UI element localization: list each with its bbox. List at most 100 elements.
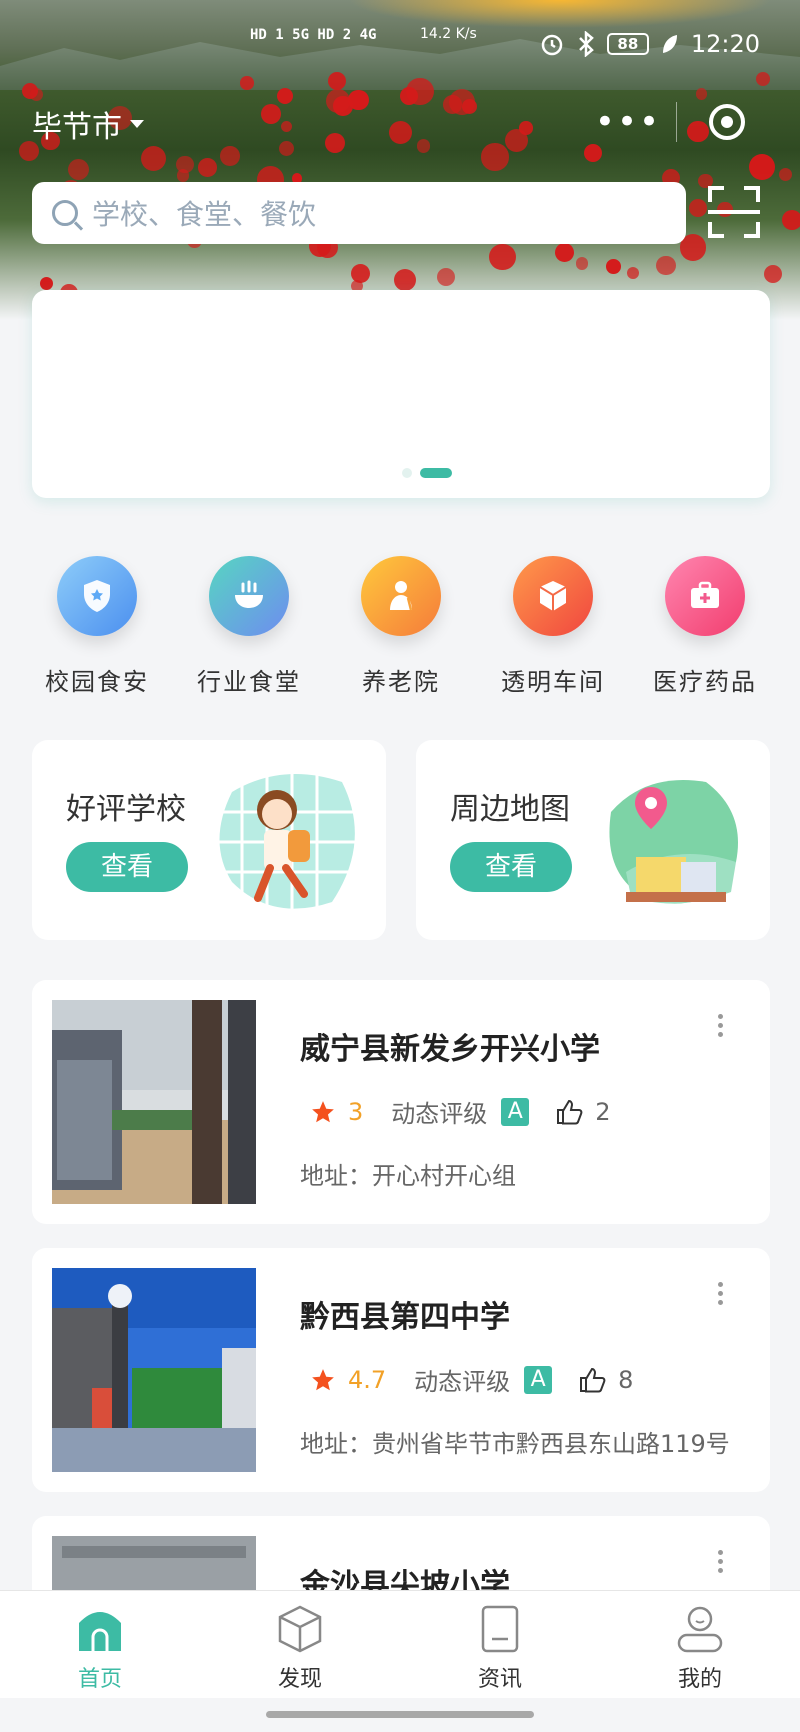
carousel-dot [402, 468, 412, 478]
flower-decoration [763, 264, 783, 284]
carousel-indicator [402, 468, 452, 478]
flower-decoration [39, 276, 53, 290]
rating-label: 动态评级 [414, 1368, 511, 1396]
rating-score: 4.7 [348, 1365, 387, 1394]
star-icon [312, 1368, 334, 1390]
rating-score: 3 [348, 1097, 364, 1126]
like-count: 8 [618, 1365, 634, 1394]
flower-decoration [140, 145, 166, 171]
flower-decoration [176, 155, 194, 174]
flower-decoration [656, 255, 676, 276]
flower-decoration [280, 120, 293, 132]
view-button[interactable]: 查看 [66, 842, 188, 892]
flower-decoration [198, 158, 217, 178]
grade-badge: A [501, 1097, 530, 1126]
category-transparent-workshop[interactable]: 透明车间 [488, 556, 618, 697]
battery-indicator: 88 [606, 33, 649, 55]
flower-decoration [555, 243, 575, 263]
good-review-schools-card[interactable]: 好评学校 查看 [32, 740, 386, 940]
flower-decoration [575, 257, 588, 270]
more-vertical-icon[interactable] [718, 1550, 724, 1577]
school-list-item[interactable]: 黔西县第四中学 4.7 动态评级 A 8 地址：贵州省毕节市黔西县东山路119号 [32, 1248, 770, 1492]
elder-icon [361, 556, 441, 636]
more-dots-icon[interactable]: ••• [580, 102, 676, 142]
box-icon [513, 556, 593, 636]
clock: 12:20 [690, 30, 760, 58]
search-input[interactable]: 学校、食堂、餐饮 [32, 182, 686, 244]
miniprogram-capsule: ••• [580, 84, 772, 160]
flower-decoration [350, 264, 370, 284]
discover-cube-icon [278, 1605, 322, 1653]
thumbs-up-icon[interactable] [578, 1366, 608, 1394]
tab-discover[interactable]: 发现 [200, 1591, 400, 1698]
bowl-icon [209, 556, 289, 636]
flower-decoration [394, 269, 416, 292]
alarm-icon [541, 34, 563, 56]
city-name: 毕节市 [32, 110, 122, 145]
net-speed: 14.2 K/s [420, 26, 477, 42]
search-placeholder: 学校、食堂、餐饮 [92, 198, 317, 231]
carousel-dot-active [420, 468, 452, 478]
category-medical-drugs[interactable]: 医疗药品 [640, 556, 770, 697]
record-target-icon[interactable] [709, 104, 745, 140]
bluetooth-icon [578, 31, 594, 57]
school-list-item[interactable]: 威宁县新发乡开兴小学 3 动态评级 A 2 地址：开心村开心组 [32, 980, 770, 1224]
star-icon [312, 1100, 334, 1122]
student-illustration [217, 770, 362, 915]
school-address: 地址：开心村开心组 [300, 1162, 516, 1190]
medkit-icon [665, 556, 745, 636]
network-indicator: HD 1 5G HD 2 4G [250, 27, 377, 43]
flower-decoration [462, 99, 478, 114]
flower-decoration [324, 132, 346, 154]
flower-decoration [689, 199, 708, 218]
rating-label: 动态评级 [391, 1100, 488, 1128]
flower-decoration [782, 209, 800, 230]
city-selector[interactable]: 毕节市 [32, 102, 144, 146]
rating-row: 3 动态评级 A 2 [310, 1094, 611, 1129]
tab-profile[interactable]: 我的 [600, 1591, 800, 1698]
category-campus-food-safety[interactable]: 校园食安 [32, 556, 162, 697]
more-vertical-icon[interactable] [718, 1282, 724, 1309]
flower-decoration [778, 168, 792, 182]
scan-icon[interactable] [708, 186, 760, 238]
flower-decoration [519, 121, 533, 135]
shield-icon [57, 556, 137, 636]
flower-decoration [605, 258, 621, 274]
flower-decoration [489, 243, 516, 271]
home-indicator[interactable] [266, 1711, 534, 1718]
home-icon [79, 1612, 121, 1651]
flower-decoration [220, 145, 241, 166]
search-icon [52, 200, 78, 226]
category-nursing-home[interactable]: 养老院 [336, 556, 466, 697]
flower-decoration [278, 140, 294, 156]
school-photo [52, 1000, 256, 1204]
capsule-divider [676, 102, 677, 142]
rating-row: 4.7 动态评级 A 8 [310, 1362, 633, 1397]
banner-carousel[interactable] [32, 290, 770, 498]
thumbs-up-icon[interactable] [555, 1098, 585, 1126]
category-industry-canteen[interactable]: 行业食堂 [184, 556, 314, 697]
flower-decoration [626, 267, 639, 280]
school-photo [52, 1268, 256, 1472]
tab-news[interactable]: 资讯 [400, 1591, 600, 1698]
flower-decoration [388, 120, 412, 144]
map-illustration [609, 780, 738, 904]
nearby-map-card[interactable]: 周边地图 查看 [416, 740, 770, 940]
view-button[interactable]: 查看 [450, 842, 572, 892]
leaf-icon [662, 35, 677, 53]
profile-icon [677, 1606, 723, 1653]
more-vertical-icon[interactable] [718, 1014, 724, 1041]
category-grid: 校园食安 行业食堂 养老院 透明车间 医疗药品 [32, 556, 770, 697]
flower-decoration [481, 143, 509, 171]
flower-decoration [437, 268, 456, 287]
school-address: 地址：贵州省毕节市黔西县东山路119号 [300, 1430, 730, 1458]
grade-badge: A [524, 1365, 553, 1394]
like-count: 2 [595, 1097, 611, 1126]
status-bar: HD 1 5G HD 2 4G 14.2 K/s 88 12:20 [0, 0, 800, 90]
news-doc-icon [481, 1605, 519, 1653]
bottom-tab-bar: 首页 发现 资讯 我的 [0, 1590, 800, 1698]
flower-decoration [68, 158, 90, 180]
flower-decoration [416, 139, 431, 153]
tab-home[interactable]: 首页 [0, 1591, 200, 1698]
flower-decoration [261, 103, 281, 124]
